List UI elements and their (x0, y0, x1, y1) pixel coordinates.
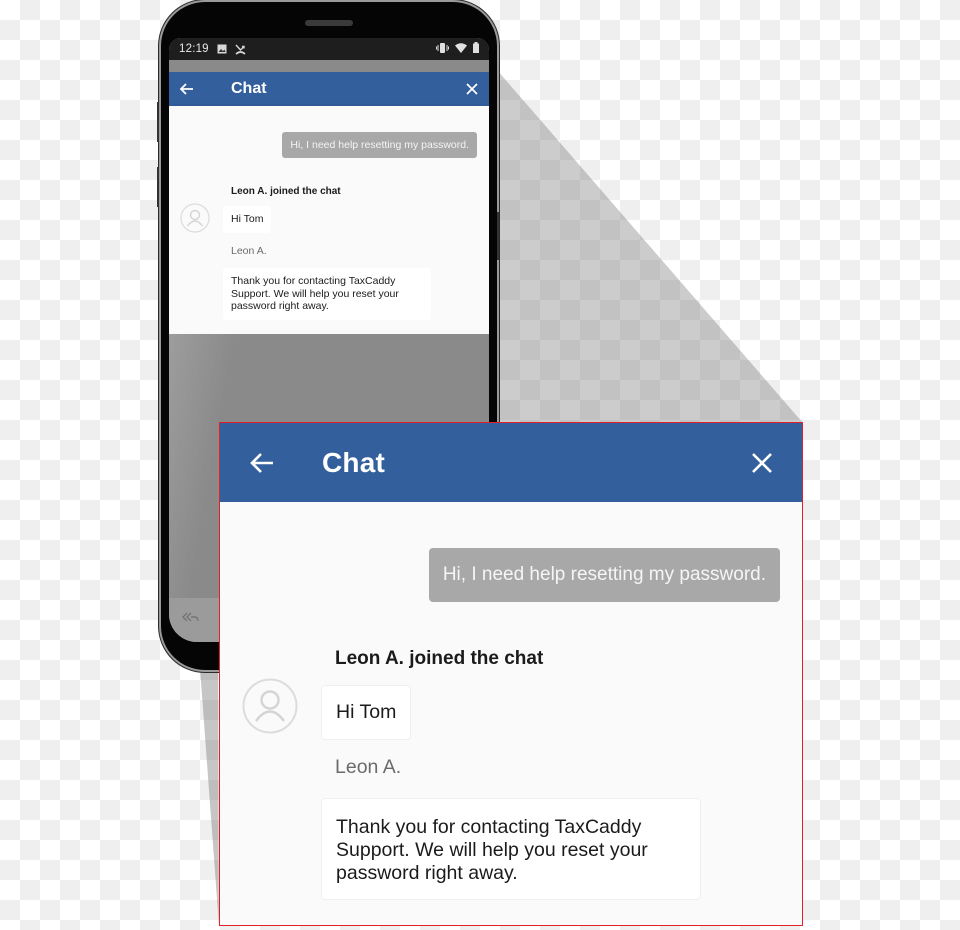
chat-messages: Hi, I need help resetting my password. L… (220, 502, 802, 925)
zoomed-chat-window: Chat Hi, I need help resetting my passwo… (219, 422, 803, 926)
volume-button (157, 102, 159, 142)
missed-call-icon (235, 44, 246, 55)
phone-chat-window: Chat Hi, I need help resetting my passwo… (169, 72, 489, 334)
battery-icon (473, 42, 479, 56)
joined-notice: Leon A. joined the chat (231, 186, 341, 197)
phone-speaker (305, 20, 353, 26)
reply-all-icon[interactable] (181, 611, 199, 626)
close-icon[interactable] (750, 451, 774, 475)
agent-reply-message: Thank you for contacting TaxCaddy Suppor… (223, 268, 431, 320)
image-icon (217, 44, 227, 54)
agent-name: Leon A. (335, 756, 402, 778)
agent-reply-message: Thank you for contacting TaxCaddy Suppor… (321, 798, 701, 900)
status-bar: 12:19 (169, 38, 489, 60)
chat-title: Chat (322, 446, 386, 478)
phone-chat-header: Chat (169, 72, 489, 106)
wifi-icon (455, 42, 467, 56)
power-button (497, 212, 499, 260)
phone-chat-messages: Hi, I need help resetting my password. L… (169, 106, 489, 334)
vibrate-icon (436, 42, 449, 56)
agent-name: Leon A. (231, 245, 267, 257)
agent-greeting-message: Hi Tom (321, 685, 412, 740)
projection-wedge-right (497, 70, 803, 423)
outgoing-message: Hi, I need help resetting my password. (282, 132, 477, 158)
arrow-left-icon[interactable] (179, 81, 195, 97)
user-avatar-icon (180, 203, 210, 233)
chat-title: Chat (231, 80, 267, 97)
agent-greeting-message: Hi Tom (223, 206, 272, 233)
chat-header: Chat (220, 423, 802, 502)
outgoing-message: Hi, I need help resetting my password. (428, 548, 780, 602)
user-avatar-icon (242, 678, 298, 734)
projection-wedge-left (200, 668, 219, 926)
joined-notice: Leon A. joined the chat (335, 648, 544, 669)
status-time: 12:19 (179, 43, 209, 55)
close-icon[interactable] (465, 82, 479, 96)
arrow-left-icon[interactable] (248, 449, 276, 477)
volume-button (157, 167, 159, 207)
